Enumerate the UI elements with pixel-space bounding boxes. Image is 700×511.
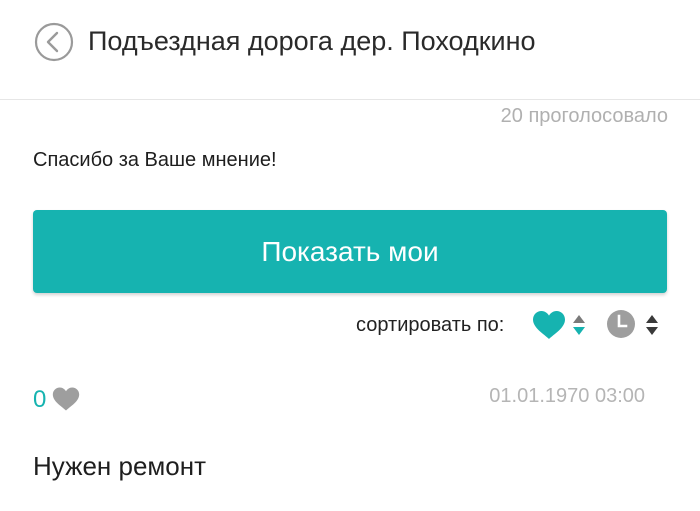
item-text: Нужен ремонт	[33, 451, 207, 481]
sort-arrows-icon	[573, 315, 585, 335]
heart-icon	[533, 311, 565, 339]
clock-icon	[607, 310, 635, 338]
sort-arrows-icon	[646, 315, 658, 335]
screen: Подъездная дорога дер. Походкино 20 прог…	[0, 0, 700, 511]
votes-count: 20 проголосовало	[500, 105, 668, 127]
chevron-left-circle-icon	[34, 22, 74, 62]
sort-by-likes-button[interactable]	[532, 310, 566, 340]
sort-by-date-button[interactable]	[606, 309, 636, 339]
back-button[interactable]	[34, 22, 74, 62]
like-button[interactable]	[52, 386, 80, 412]
sort-likes-order-toggle[interactable]	[572, 314, 586, 336]
likes-count: 0	[33, 386, 47, 413]
header: Подъездная дорога дер. Походкино	[0, 0, 700, 100]
sort-label: сортировать по:	[356, 314, 505, 336]
show-mine-button[interactable]: Показать мои	[33, 210, 667, 293]
thanks-message: Спасибо за Ваше мнение!	[33, 149, 277, 171]
heart-icon	[52, 387, 80, 411]
sort-date-order-toggle[interactable]	[645, 314, 659, 336]
page-title: Подъездная дорога дер. Походкино	[88, 26, 536, 56]
item-date: 01.01.1970 03:00	[489, 385, 645, 407]
